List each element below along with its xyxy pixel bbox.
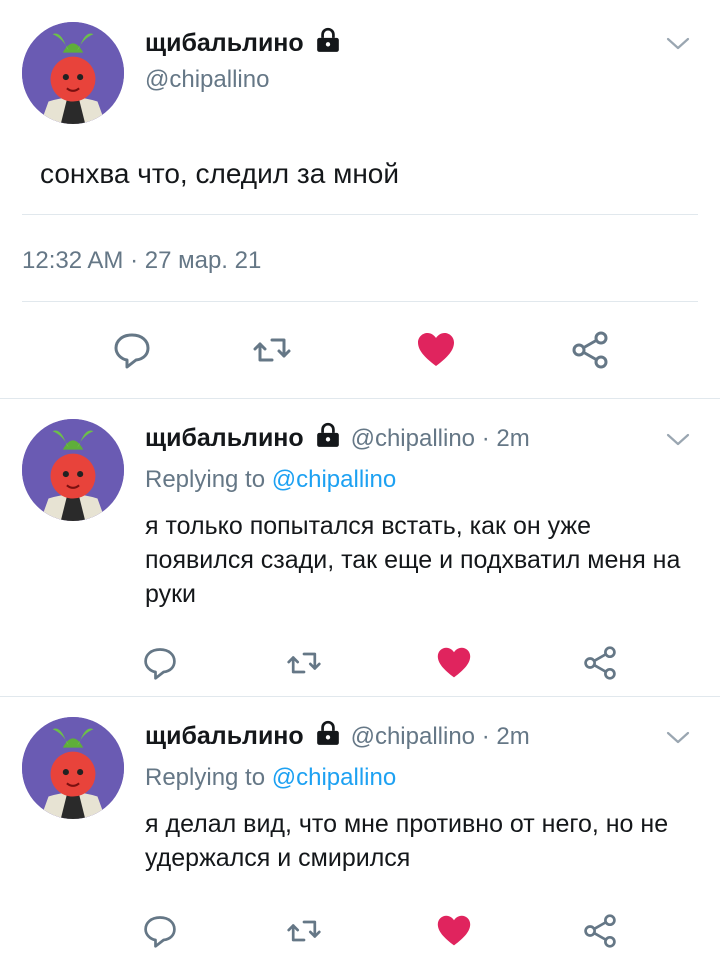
handle-time[interactable]: @chipallino · 2m <box>351 723 530 750</box>
reply-button[interactable] <box>136 639 184 687</box>
heart-icon <box>436 645 472 681</box>
avatar[interactable] <box>22 419 124 521</box>
replying-to-link[interactable]: @chipallino <box>272 764 396 791</box>
reply-button[interactable] <box>108 326 156 374</box>
reply-icon <box>112 330 152 370</box>
replying-prefix: Replying to <box>145 764 266 791</box>
reply-text: я делал вид, что мне противно от него, н… <box>145 810 669 872</box>
display-name[interactable]: щибальлино <box>145 424 304 452</box>
share-button[interactable] <box>576 907 624 955</box>
chevron-down-icon[interactable] <box>666 37 690 51</box>
replying-prefix: Replying to <box>145 466 266 493</box>
author-name-row: щибальлино @chipallino · 2m <box>145 422 530 453</box>
heart-icon <box>436 913 472 949</box>
retweet-button[interactable] <box>280 639 328 687</box>
reply-button[interactable] <box>136 907 184 955</box>
divider <box>22 301 698 302</box>
share-icon <box>582 913 618 949</box>
reply-icon <box>142 913 178 949</box>
chevron-down-icon[interactable] <box>666 731 690 745</box>
display-name[interactable]: щибальлино <box>145 722 304 750</box>
share-button[interactable] <box>566 326 614 374</box>
main-tweet: щибальлино @chipallino сонхва что, следи… <box>0 0 720 399</box>
avatar[interactable] <box>22 717 124 819</box>
retweet-icon <box>286 645 322 681</box>
lock-icon <box>314 27 342 53</box>
lock-icon <box>314 422 342 448</box>
timestamp[interactable]: 12:32 AM · 27 мар. 21 <box>22 247 261 275</box>
like-button[interactable] <box>412 326 460 374</box>
share-icon <box>570 330 610 370</box>
reply-tweet[interactable]: щибальлино @chipallino · 2m Replying to … <box>0 399 720 697</box>
share-icon <box>582 645 618 681</box>
retweet-button[interactable] <box>248 326 296 374</box>
tweet-text: сонхва что, следил за мной <box>40 158 399 189</box>
replying-to-link[interactable]: @chipallino <box>272 466 396 493</box>
author-name-row: щибальлино <box>145 27 342 58</box>
retweet-button[interactable] <box>280 907 328 955</box>
replying-to: Replying to @chipallino <box>145 466 396 494</box>
handle[interactable]: @chipallino <box>145 66 269 94</box>
avatar[interactable] <box>22 22 124 124</box>
handle-time[interactable]: @chipallino · 2m <box>351 425 530 452</box>
retweet-icon <box>286 913 322 949</box>
reply-text: я только попытался встать, как он уже по… <box>145 512 681 608</box>
like-button[interactable] <box>430 907 478 955</box>
divider <box>22 214 698 215</box>
reply-icon <box>142 645 178 681</box>
replying-to: Replying to @chipallino <box>145 764 396 792</box>
retweet-icon <box>252 330 292 370</box>
like-button[interactable] <box>430 639 478 687</box>
display-name[interactable]: щибальлино <box>145 29 304 57</box>
chevron-down-icon[interactable] <box>666 433 690 447</box>
lock-icon <box>314 720 342 746</box>
author-name-row: щибальлино @chipallino · 2m <box>145 720 530 751</box>
share-button[interactable] <box>576 639 624 687</box>
heart-icon <box>416 330 456 370</box>
reply-tweet[interactable]: щибальлино @chipallino · 2m Replying to … <box>0 697 720 959</box>
